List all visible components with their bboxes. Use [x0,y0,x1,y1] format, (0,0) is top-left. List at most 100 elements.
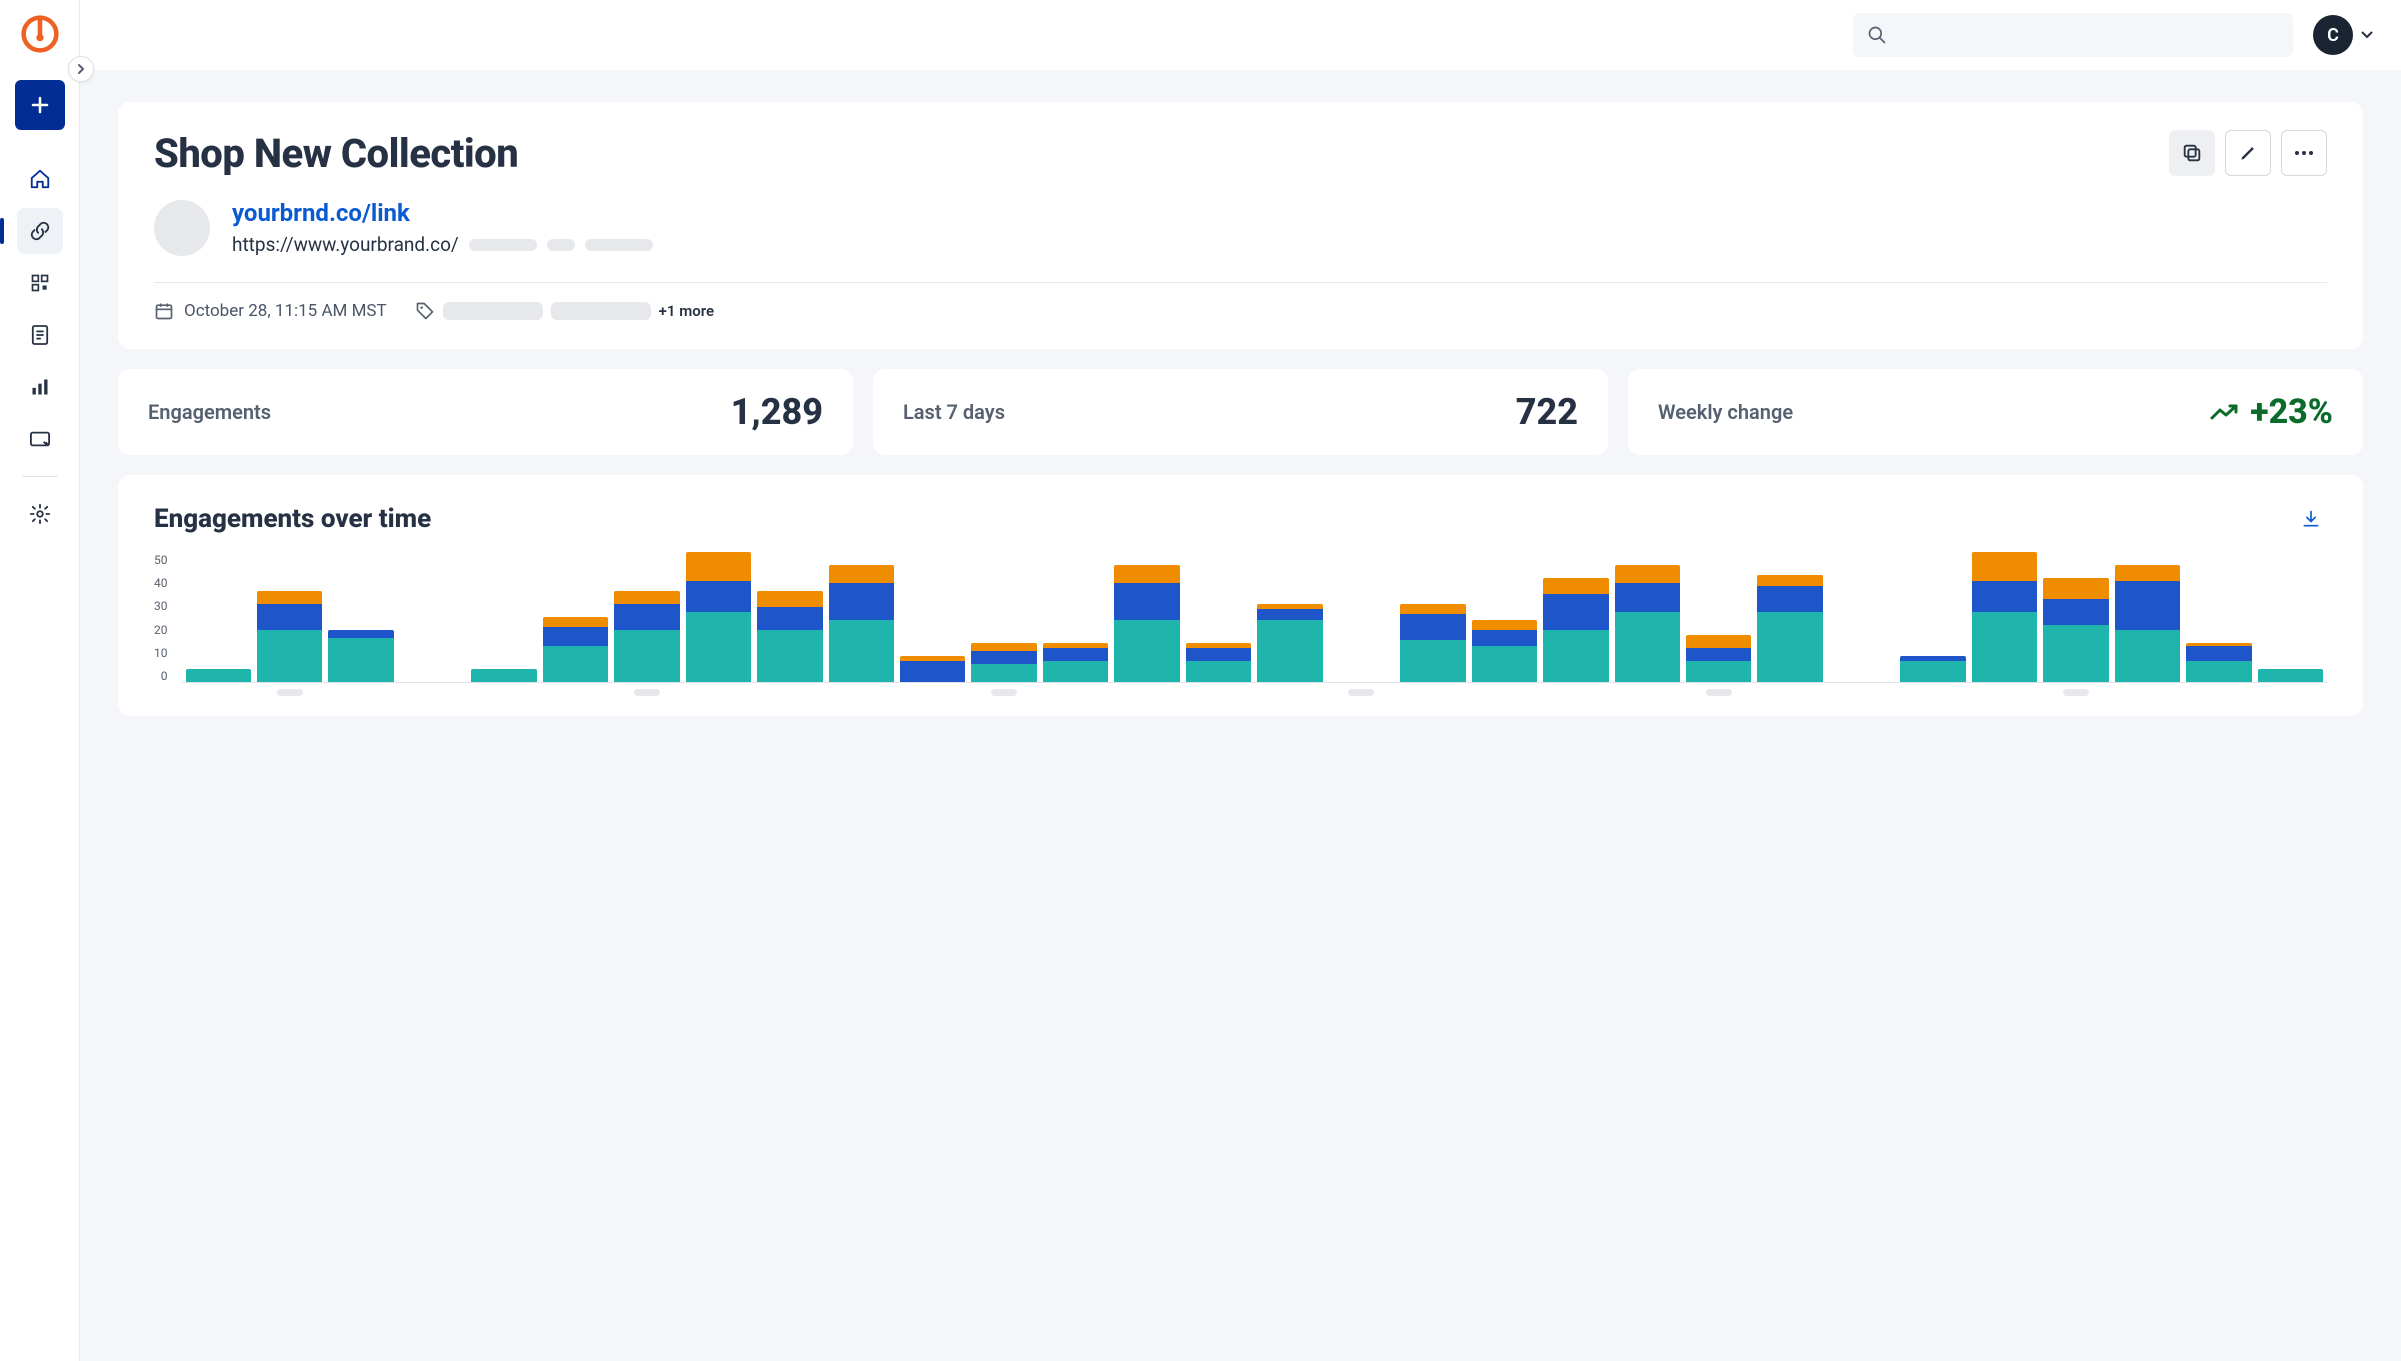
bar-segment [2043,578,2108,599]
chart-bar[interactable] [2115,565,2180,682]
account-menu[interactable]: C [2313,15,2373,55]
chart-bar[interactable] [471,669,536,682]
home-icon [29,168,51,190]
page-title: Shop New Collection [154,130,518,177]
bar-segment [1972,552,2037,581]
edit-button[interactable] [2225,130,2271,176]
sidebar-item-links[interactable] [17,208,63,254]
chart-bar[interactable] [1114,565,1179,682]
y-tick: 20 [154,623,168,637]
bar-segment [1757,612,1822,682]
placeholder-chip [585,239,653,251]
chart-bar[interactable] [1186,643,1251,682]
chart-bar[interactable] [614,591,679,682]
chart-card: Engagements over time 50403020100 [118,475,2363,716]
x-tick-placeholder [1348,689,1374,696]
favicon-placeholder [154,200,210,256]
x-tick [471,689,536,696]
x-tick [328,689,393,696]
short-link[interactable]: yourbrnd.co/link [232,199,653,227]
sidebar-item-home[interactable] [17,156,63,202]
sidebar-item-campaigns[interactable] [17,416,63,462]
chart-bar[interactable] [1900,656,1965,682]
tag-chip[interactable] [551,302,651,320]
bar-segment [1257,609,1322,619]
expand-sidebar-button[interactable] [68,56,94,82]
chart-bar[interactable] [971,643,1036,682]
chart-bar[interactable] [1757,575,1822,682]
change-value: +23% [2250,392,2333,432]
x-tick [2186,689,2251,696]
bar-segment [1900,661,1965,682]
bar-segment [1615,612,1680,682]
tag-chip[interactable] [443,302,543,320]
bar-segment [2186,661,2251,682]
bar-segment [829,583,894,619]
chart-bar[interactable] [900,656,965,682]
bar-segment [257,591,322,604]
bar-segment [1400,640,1465,682]
x-tick-placeholder [991,689,1017,696]
sidebar-item-pages[interactable] [17,312,63,358]
chart-bar[interactable] [2043,578,2108,682]
chart-bar[interactable] [543,617,608,682]
bar-segment [1400,614,1465,640]
chart-bar[interactable] [686,552,751,682]
chart-bar[interactable] [1257,604,1322,682]
brand-logo [18,12,62,56]
chart-title: Engagements over time [154,504,431,534]
x-tick [257,689,322,696]
x-tick [2115,689,2180,696]
x-tick [1757,689,1822,696]
chart-bar[interactable] [1400,604,1465,682]
sidebar-item-settings[interactable] [17,491,63,537]
bar-segment [614,630,679,682]
bar-segment [829,565,894,583]
chart-bar[interactable] [1615,565,1680,682]
chart-bar[interactable] [757,591,822,682]
bar-segment [1972,612,2037,682]
chart-bar[interactable] [2258,669,2323,682]
chart-bar[interactable] [2186,643,2251,682]
chart-bar[interactable] [257,591,322,682]
x-tick [686,689,751,696]
bar-segment [543,646,608,682]
search-input[interactable] [1853,13,2293,57]
stat-label: Engagements [148,400,271,424]
chart-bar[interactable] [1972,552,2037,682]
avatar-initial: C [2327,25,2339,46]
bar-segment [2043,599,2108,625]
chart-bar[interactable] [829,565,894,682]
more-tags[interactable]: +1 more [659,302,714,320]
bar-segment [1615,583,1680,612]
chart-bar[interactable] [1472,620,1537,682]
x-tick [1329,689,1394,696]
bar-segment [1543,578,1608,594]
chart-bar[interactable] [1043,643,1108,682]
bar-segment [1543,594,1608,630]
x-tick [543,689,608,696]
download-chart-button[interactable] [2295,503,2327,535]
x-tick [971,689,1036,696]
bar-segment [971,664,1036,682]
create-new-button[interactable] [15,80,65,130]
x-tick [1972,689,2037,696]
bar-segment [1472,620,1537,630]
title-actions [2169,130,2327,176]
chart-bar[interactable] [328,630,393,682]
chart-bar[interactable] [1686,635,1751,682]
copy-button[interactable] [2169,130,2215,176]
bar-segment [1686,661,1751,682]
bar-segment [614,604,679,630]
stat-engagements: Engagements 1,289 [118,369,853,455]
bar-segment [1186,661,1251,682]
sidebar-item-analytics[interactable] [17,364,63,410]
chart-bar[interactable] [1543,578,1608,682]
bar-segment [1114,583,1179,619]
bar-segment [543,617,608,627]
chart-bar[interactable] [186,669,251,682]
sidebar-item-qr[interactable] [17,260,63,306]
bar-segment [186,669,251,682]
placeholder-chip [469,239,537,251]
more-button[interactable] [2281,130,2327,176]
